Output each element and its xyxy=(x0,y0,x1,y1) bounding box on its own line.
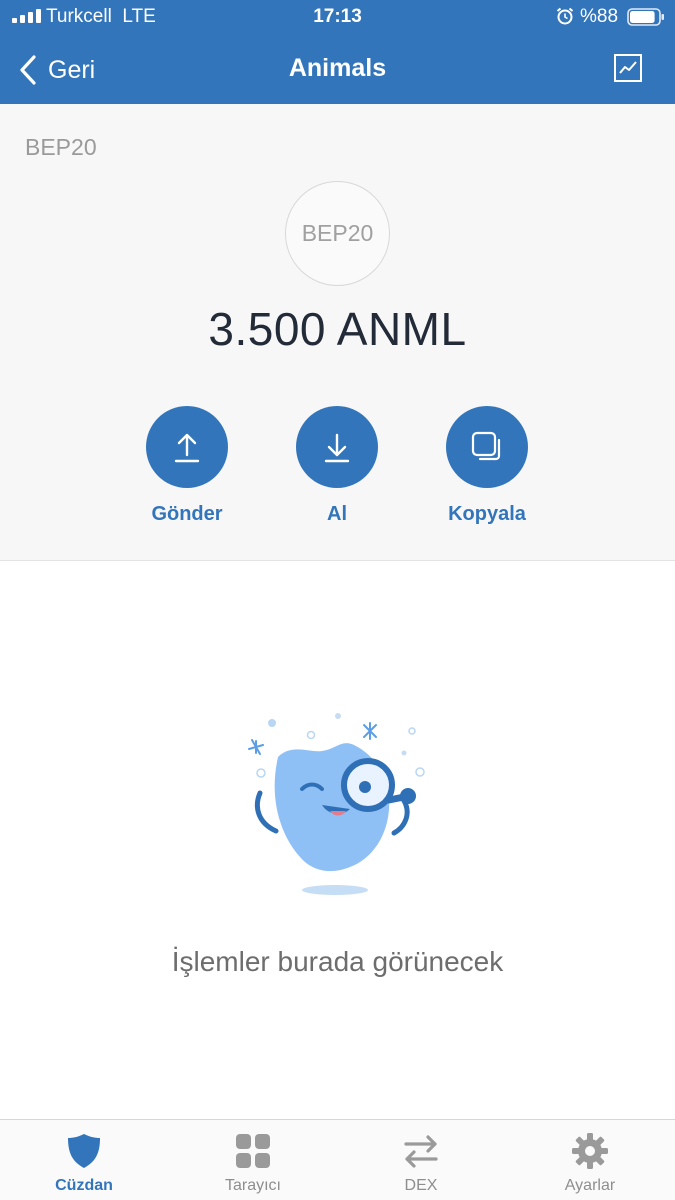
token-avatar: BEP20 xyxy=(285,181,390,286)
shield-icon xyxy=(68,1134,100,1168)
grid-icon xyxy=(236,1134,270,1168)
copy-label: Kopyala xyxy=(448,503,526,525)
back-label: Geri xyxy=(48,55,96,84)
tab-dex[interactable]: DEX xyxy=(337,1120,505,1200)
tab-wallet[interactable]: Cüzdan xyxy=(0,1120,168,1200)
tab-wallet-label: Cüzdan xyxy=(55,1177,113,1194)
gear-icon xyxy=(572,1133,608,1169)
receive-button-circle[interactable] xyxy=(296,406,378,488)
battery-percentage: %88 xyxy=(580,6,619,27)
action-buttons: Gönder Al Kopyala xyxy=(0,406,675,526)
tab-settings-label: Ayarlar xyxy=(564,1177,616,1194)
send-button[interactable]: Gönder xyxy=(117,406,257,526)
back-button[interactable]: Geri xyxy=(18,50,95,90)
tab-browser[interactable]: Tarayıcı xyxy=(169,1120,337,1200)
tab-bar: Cüzdan Tarayıcı DEX Ayarlar xyxy=(0,1119,675,1200)
page-title: Animals xyxy=(288,54,387,82)
receive-label: Al xyxy=(327,503,347,525)
tab-dex-label: DEX xyxy=(404,1177,438,1194)
mascot-magnifier-illustration xyxy=(248,713,425,895)
alarm-clock-icon xyxy=(556,7,574,25)
battery-icon xyxy=(627,8,664,26)
receive-button[interactable]: Al xyxy=(267,406,407,526)
tab-settings[interactable]: Ayarlar xyxy=(506,1120,674,1200)
copy-icon xyxy=(471,431,501,461)
copy-button[interactable]: Kopyala xyxy=(417,406,557,526)
chevron-left-icon xyxy=(20,55,36,85)
chart-icon[interactable] xyxy=(612,52,644,84)
token-avatar-text: BEP20 xyxy=(301,220,374,246)
token-summary: BEP20 BEP20 3.500 ANML Gönder Al Kopyala xyxy=(0,104,675,561)
receive-arrow-down-icon xyxy=(324,433,350,463)
send-arrow-up-icon xyxy=(174,433,200,463)
copy-button-circle[interactable] xyxy=(446,406,528,488)
send-button-circle[interactable] xyxy=(146,406,228,488)
token-balance: 3.500 ANML xyxy=(208,303,467,355)
send-label: Gönder xyxy=(151,503,223,525)
network-label: BEP20 xyxy=(25,134,97,160)
app-header: Turkcell LTE 17:13 %88 Geri Animals xyxy=(0,0,675,104)
swap-arrows-icon xyxy=(404,1135,438,1168)
empty-state-message: İşlemler burada görünecek xyxy=(171,946,504,977)
status-bar: Turkcell LTE 17:13 %88 xyxy=(0,0,675,36)
tab-browser-label: Tarayıcı xyxy=(224,1177,281,1194)
